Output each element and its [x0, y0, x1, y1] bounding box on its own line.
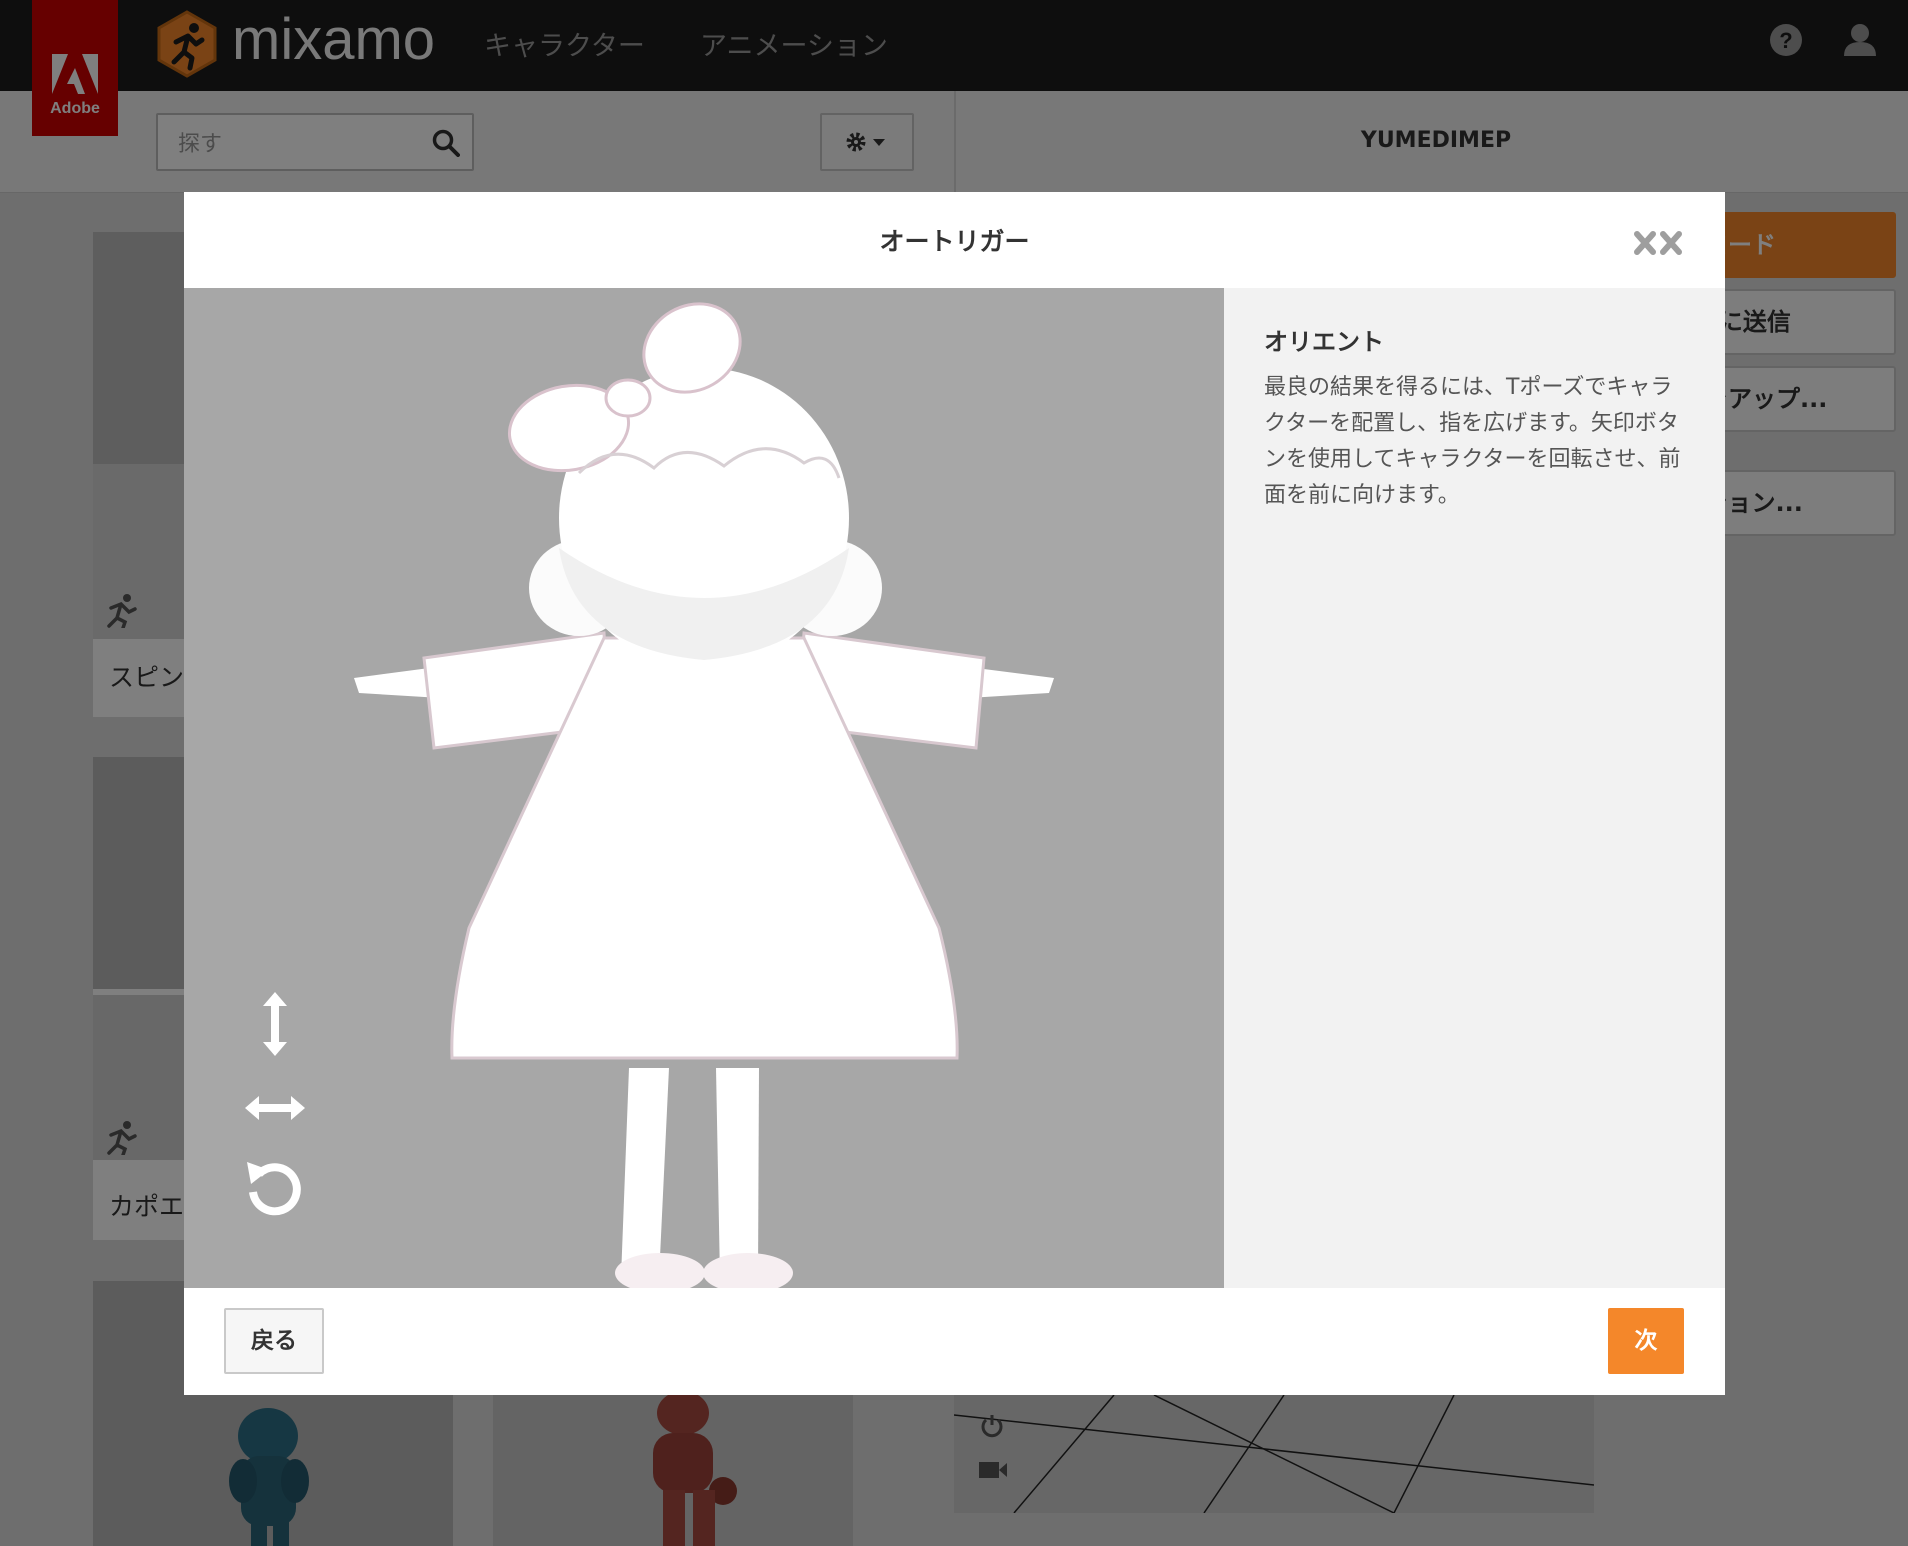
horizontal-arrow-icon[interactable]: [239, 1072, 311, 1144]
orientation-controls: [239, 288, 319, 1288]
next-button[interactable]: 次: [1608, 1308, 1684, 1374]
rotate-icon[interactable]: [239, 1152, 311, 1224]
instructions-panel: オリエント 最良の結果を得るには、Tポーズでキャラクターを配置し、指を広げます。…: [1224, 288, 1725, 1288]
vertical-arrow-icon[interactable]: [239, 988, 311, 1060]
step-heading: オリエント: [1264, 328, 1384, 356]
character-model: [354, 302, 1054, 1288]
dialog-title: オートリガー: [879, 227, 1030, 256]
step-description: 最良の結果を得るには、Tポーズでキャラクターを配置し、指を広げます。矢印ボタンを…: [1264, 375, 1681, 508]
auto-rigger-dialog: オートリガー オリエント 最良の結果を得るには、Tポーズでキャラクターを配置し、…: [184, 192, 1725, 1395]
3d-model-viewer[interactable]: [184, 288, 1224, 1288]
close-icon[interactable]: [1633, 228, 1685, 258]
back-button[interactable]: 戻る: [224, 1308, 324, 1374]
